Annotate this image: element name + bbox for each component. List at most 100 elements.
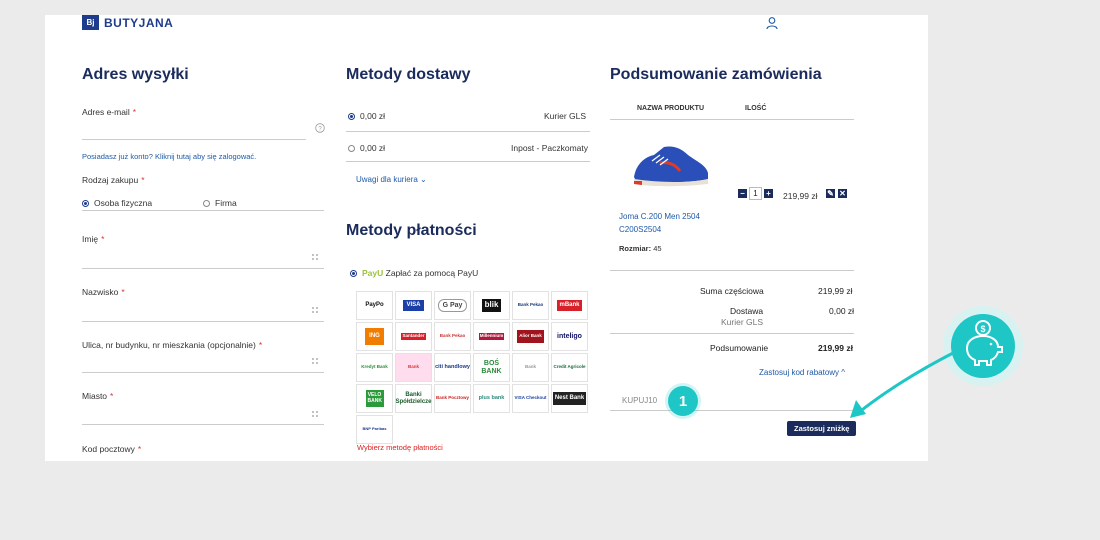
email-field[interactable] (82, 139, 306, 140)
summary-title: Podsumowanie zamówienia (610, 66, 822, 83)
help-icon[interactable]: ? (315, 123, 325, 133)
subtotal-label: Suma częściowa (700, 286, 764, 296)
payment-error: Wybierz metodę płatności (357, 443, 443, 452)
payment-methods-grid: PayPo VISA G Pay blik Bank Pekao mBank I… (356, 291, 590, 444)
payment-tile[interactable]: Nest Bank (551, 384, 588, 413)
chevron-down-icon: ⌄ (420, 175, 427, 184)
city-label: Miasto * (82, 391, 114, 401)
autofill-icon[interactable] (311, 410, 320, 419)
discount-code-input[interactable]: KUPUJ10 (622, 396, 657, 405)
payment-tile[interactable]: VISA Checkout (512, 384, 549, 413)
payment-tile[interactable]: Alior Bank (512, 322, 549, 351)
svg-text:?: ? (318, 126, 322, 132)
payment-tile[interactable]: inteligo (551, 322, 588, 351)
payment-tile[interactable]: VELO BANK (356, 384, 393, 413)
brand-name: BUTYJANA (104, 15, 174, 30)
payment-title: Metody płatności (346, 222, 477, 239)
divider (610, 270, 854, 271)
payu-logo: PayU (362, 268, 384, 278)
remove-icon[interactable]: ✕ (838, 189, 847, 198)
delivery-name-inpost: Inpost - Paczkomaty (511, 143, 589, 153)
payment-tile[interactable]: Bank Pekao (512, 291, 549, 320)
svg-text:$: $ (980, 324, 985, 334)
chevron-up-icon: ^ (841, 368, 846, 377)
column-header-product: NAZWA PRODUKTU (637, 105, 705, 112)
last-name-label: Nazwisko * (82, 287, 125, 297)
payment-tile[interactable]: Bank Pocztowy (434, 384, 471, 413)
step-badge: 1 (668, 386, 698, 416)
apply-discount-button[interactable]: Zastosuj zniżkę (787, 421, 857, 436)
edit-icon[interactable]: ✎ (826, 189, 835, 198)
payment-tile[interactable]: G Pay (434, 291, 471, 320)
quantity-input[interactable]: 1 (749, 187, 762, 200)
payment-tile[interactable]: BNP Paribas (356, 415, 393, 444)
delivery-value: 0,00 zł (829, 306, 855, 316)
payment-tile[interactable]: blik (473, 291, 510, 320)
payment-tile[interactable]: ING (356, 322, 393, 351)
divider (82, 210, 324, 211)
last-name-field[interactable] (82, 321, 324, 322)
radio-selected-icon (82, 200, 89, 208)
divider (610, 333, 854, 334)
delivery-title: Metody dostawy (346, 66, 471, 83)
purchase-type-label: Rodzaj zakupu * (82, 175, 145, 185)
payment-tile[interactable]: Santander (395, 322, 432, 351)
total-label: Podsumowanie (710, 343, 769, 353)
discount-toggle[interactable]: Zastosuj kod rabatowy ^ (759, 368, 845, 377)
piggy-bank-icon: $ (965, 320, 1003, 366)
minus-icon[interactable]: − (738, 189, 747, 198)
purchase-type-company[interactable]: Firma (203, 198, 237, 208)
street-label: Ulica, nr budynku, nr mieszkania (opcjon… (82, 340, 263, 350)
first-name-label: Imię * (82, 234, 105, 244)
courier-notes-toggle[interactable]: Uwagi dla kuriera ⌄ (356, 175, 427, 184)
payment-tile[interactable]: Banki Spółdzielcze (395, 384, 432, 413)
total-value: 219,99 zł (818, 343, 853, 353)
brand-mark: Bj (82, 15, 99, 30)
radio-selected-icon (348, 113, 355, 121)
purchase-type-person[interactable]: Osoba fizyczna (82, 198, 152, 208)
column-header-qty: ILOŚĆ (745, 105, 767, 112)
city-field[interactable] (82, 424, 324, 425)
radio-icon (203, 200, 210, 208)
payment-tile[interactable]: Millennium (473, 322, 510, 351)
payment-tile[interactable]: BOŚ BANK (473, 353, 510, 382)
autofill-icon[interactable] (311, 253, 320, 262)
payment-tile[interactable]: Bank Pekao (434, 322, 471, 351)
piggy-bank-circle: $ (951, 314, 1015, 378)
checkout-card: Bj BUTYJANA Adres wysyłki Adres e-mail * … (45, 15, 928, 461)
street-field[interactable] (82, 372, 324, 373)
payment-tile[interactable]: mBank (551, 291, 588, 320)
autofill-icon[interactable] (311, 306, 320, 315)
first-name-field[interactable] (82, 268, 324, 269)
payu-option[interactable]: PayU Zapłać za pomocą PayU (350, 268, 478, 278)
brand-logo[interactable]: Bj BUTYJANA (82, 15, 173, 30)
payment-tile[interactable]: Kredyt Bank (356, 353, 393, 382)
postal-code-label: Kod pocztowy * (82, 444, 142, 454)
product-price: 219,99 zł (783, 191, 818, 201)
payment-tile[interactable]: PayPo (356, 291, 393, 320)
divider (610, 119, 854, 120)
login-link[interactable]: Posiadasz już konto? Kliknij tutaj aby s… (82, 152, 256, 161)
payment-tile[interactable]: VISA (395, 291, 432, 320)
product-image[interactable] (630, 141, 712, 189)
radio-selected-icon (350, 270, 357, 278)
delivery-option-inpost[interactable]: 0,00 zł (348, 143, 385, 153)
delivery-option-gls[interactable]: 0,00 zł (348, 111, 385, 121)
product-name-link[interactable]: Joma C.200 Men 2504 C200S2504 (619, 210, 719, 236)
payment-tile[interactable]: Bank (512, 353, 549, 382)
delivery-method: Kurier GLS (721, 317, 764, 327)
autofill-icon[interactable] (311, 357, 320, 366)
user-icon[interactable] (765, 16, 779, 30)
payment-tile[interactable]: plus bank (473, 384, 510, 413)
payment-tile[interactable]: citi handlowy (434, 353, 471, 382)
plus-icon[interactable]: + (764, 189, 773, 198)
product-size: Rozmiar: 45 (619, 244, 662, 253)
payment-tile[interactable]: Bank (395, 353, 432, 382)
divider (346, 161, 590, 162)
payment-tile[interactable]: Credit Agricole (551, 353, 588, 382)
shipping-title: Adres wysyłki (82, 66, 189, 83)
email-label: Adres e-mail * (82, 107, 137, 117)
delivery-label: Dostawa (730, 306, 764, 316)
quantity-stepper: − 1 + (738, 187, 773, 200)
radio-icon (348, 145, 355, 153)
